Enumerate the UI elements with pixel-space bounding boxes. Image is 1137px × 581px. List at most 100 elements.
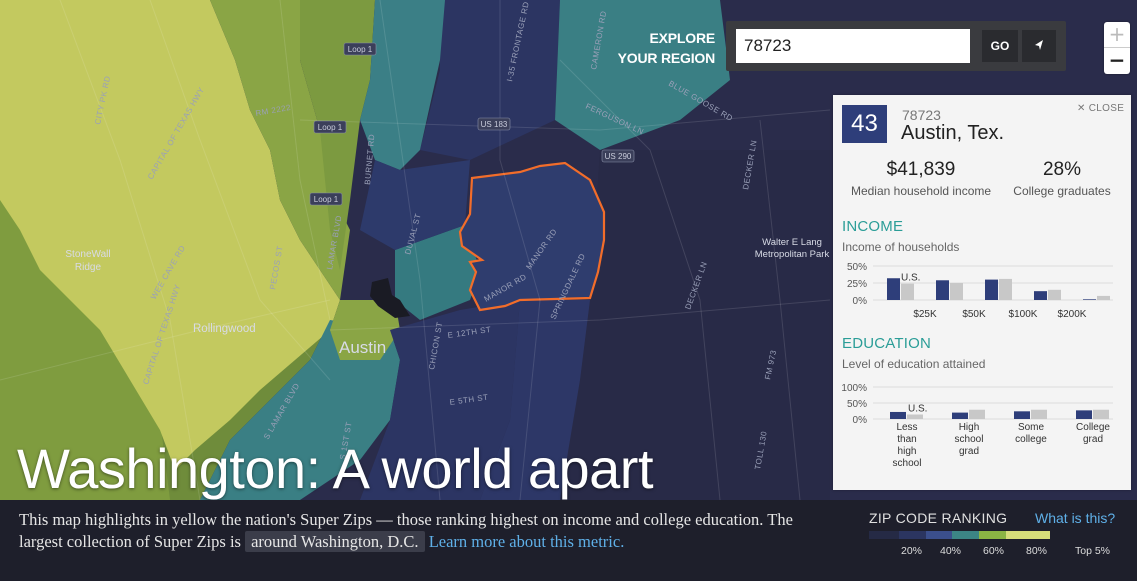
- edu-bar-local: [890, 411, 906, 419]
- legend-color-bar: [869, 531, 1050, 539]
- legend-tick: 60%: [983, 545, 1005, 557]
- legend-tick: 40%: [940, 545, 962, 557]
- region-pill-button[interactable]: around Washington, D.C.: [245, 531, 425, 552]
- zip-info-panel: 43 78723 Austin, Tex. ✕ CLOSE $41,839 Me…: [833, 95, 1131, 490]
- income-bar-us: [999, 278, 1012, 300]
- income-x-tick: $25K: [913, 309, 937, 320]
- legend-swatch: [1006, 531, 1050, 539]
- description: This map highlights in yellow the nation…: [19, 509, 819, 553]
- place-label-walter-lang-2: Metropolitan Park: [755, 249, 830, 260]
- income-section-title: INCOME: [842, 218, 904, 235]
- edu-category-label: College: [1076, 422, 1110, 433]
- legend-tick: Top 5%: [1075, 545, 1111, 557]
- locate-button[interactable]: [1022, 30, 1056, 62]
- income-x-tick: $50K: [962, 309, 986, 320]
- income-section-subtitle: Income of households: [842, 240, 960, 254]
- income-bar-local: [1083, 299, 1096, 300]
- edu-category-label: college: [1015, 434, 1047, 445]
- edu-category-label: school: [955, 434, 984, 445]
- edu-y-tick: 0%: [853, 415, 868, 426]
- go-button[interactable]: GO: [982, 30, 1018, 62]
- edu-category-label: Less: [896, 422, 917, 433]
- road-shield: Loop 1: [309, 192, 343, 206]
- svg-text:US 290: US 290: [605, 152, 632, 161]
- page-title: Washington: A world apart: [17, 437, 654, 500]
- zip-code: 78723: [902, 107, 941, 123]
- median-income-value: $41,839: [886, 159, 956, 180]
- road-shield: Loop 1: [313, 120, 347, 134]
- legend-swatch: [926, 531, 952, 539]
- edu-y-tick: 50%: [847, 399, 867, 410]
- svg-text:Loop 1: Loop 1: [348, 45, 373, 54]
- legend-title: ZIP CODE RANKING: [869, 510, 1008, 526]
- svg-text:US 183: US 183: [481, 120, 508, 129]
- explore-search-box: GO: [726, 21, 1066, 71]
- road-shield: Loop 1: [343, 42, 377, 56]
- edu-category-label: High: [959, 422, 980, 433]
- income-us-label: U.S.: [901, 273, 920, 284]
- median-income-label: Median household income: [850, 184, 992, 198]
- place-label-rollingwood: Rollingwood: [193, 323, 256, 335]
- income-bar-local: [887, 278, 900, 300]
- learn-more-link[interactable]: Learn more about this metric.: [429, 532, 625, 551]
- income-y-tick: 25%: [847, 279, 867, 290]
- place-label-ridge: Ridge: [75, 262, 102, 273]
- svg-text:Loop 1: Loop 1: [314, 195, 339, 204]
- edu-bar-us: [907, 414, 923, 419]
- edu-category-label: school: [893, 458, 922, 469]
- edu-y-tick: 100%: [841, 383, 867, 394]
- income-x-tick: $100K: [1009, 309, 1038, 320]
- selected-zip-outline[interactable]: [458, 161, 606, 312]
- close-button[interactable]: ✕ CLOSE: [1077, 103, 1124, 114]
- what-is-this-link[interactable]: What is this?: [1035, 510, 1115, 526]
- edu-bar-local: [1014, 411, 1030, 419]
- location-arrow-icon: [1035, 40, 1043, 50]
- zoom-in-button[interactable]: +: [1104, 22, 1130, 48]
- rank-badge: 43: [842, 105, 887, 143]
- legend-swatch: [899, 531, 926, 539]
- education-section-subtitle: Level of education attained: [842, 357, 986, 371]
- edu-bar-local: [1076, 410, 1092, 419]
- explore-label-line1: EXPLORE: [649, 30, 715, 46]
- college-grad-label: College graduates: [1013, 184, 1111, 198]
- place-label-stonewall: StoneWall: [65, 249, 110, 260]
- bottom-bar: This map highlights in yellow the nation…: [0, 500, 1137, 581]
- legend-swatch: [979, 531, 1006, 539]
- edu-bar-us: [969, 409, 985, 419]
- income-bar-us: [1048, 289, 1061, 300]
- income-bar-local: [985, 279, 998, 300]
- place-label-austin: Austin: [339, 338, 386, 357]
- edu-category-label: high: [898, 446, 917, 457]
- explore-label-line2: YOUR REGION: [617, 50, 716, 66]
- zip-search-input[interactable]: [736, 29, 970, 63]
- explore-region-label: EXPLORE YOUR REGION: [600, 28, 716, 68]
- edu-bar-us: [1093, 409, 1109, 419]
- svg-text:Loop 1: Loop 1: [318, 123, 343, 132]
- edu-category-label: grad: [1083, 434, 1103, 445]
- income-bar-us: [1097, 295, 1110, 300]
- edu-category-label: Some: [1018, 422, 1045, 433]
- legend-swatch: [952, 531, 979, 539]
- road-shield: US 290: [601, 149, 635, 163]
- city-name: Austin, Tex.: [901, 122, 1005, 144]
- edu-bar-local: [952, 412, 968, 419]
- income-bar-us: [901, 283, 914, 300]
- edu-category-label: grad: [959, 446, 979, 457]
- education-section-title: EDUCATION: [842, 335, 932, 352]
- college-grad-value: 28%: [1042, 159, 1082, 180]
- education-chart: 100%50%0%LessthanhighschoolHighschoolgra…: [841, 383, 1113, 469]
- place-label-walter-lang-1: Walter E Lang: [762, 237, 822, 248]
- road-shield: US 183: [477, 117, 511, 131]
- edu-us-label: U.S.: [908, 404, 927, 415]
- legend-swatch: [869, 531, 899, 539]
- income-bar-local: [936, 280, 949, 300]
- income-bar-us: [950, 283, 963, 300]
- income-bar-local: [1034, 291, 1047, 300]
- zoom-out-button[interactable]: −: [1104, 48, 1130, 74]
- income-chart: 50% 25% 0% U.S. $25K $50K $100K $200K: [847, 262, 1113, 320]
- legend-tick: 80%: [1026, 545, 1048, 557]
- edu-category-label: than: [897, 434, 916, 445]
- income-x-tick: $200K: [1058, 309, 1087, 320]
- legend-tick: 20%: [901, 545, 923, 557]
- zoom-control: + −: [1104, 22, 1130, 74]
